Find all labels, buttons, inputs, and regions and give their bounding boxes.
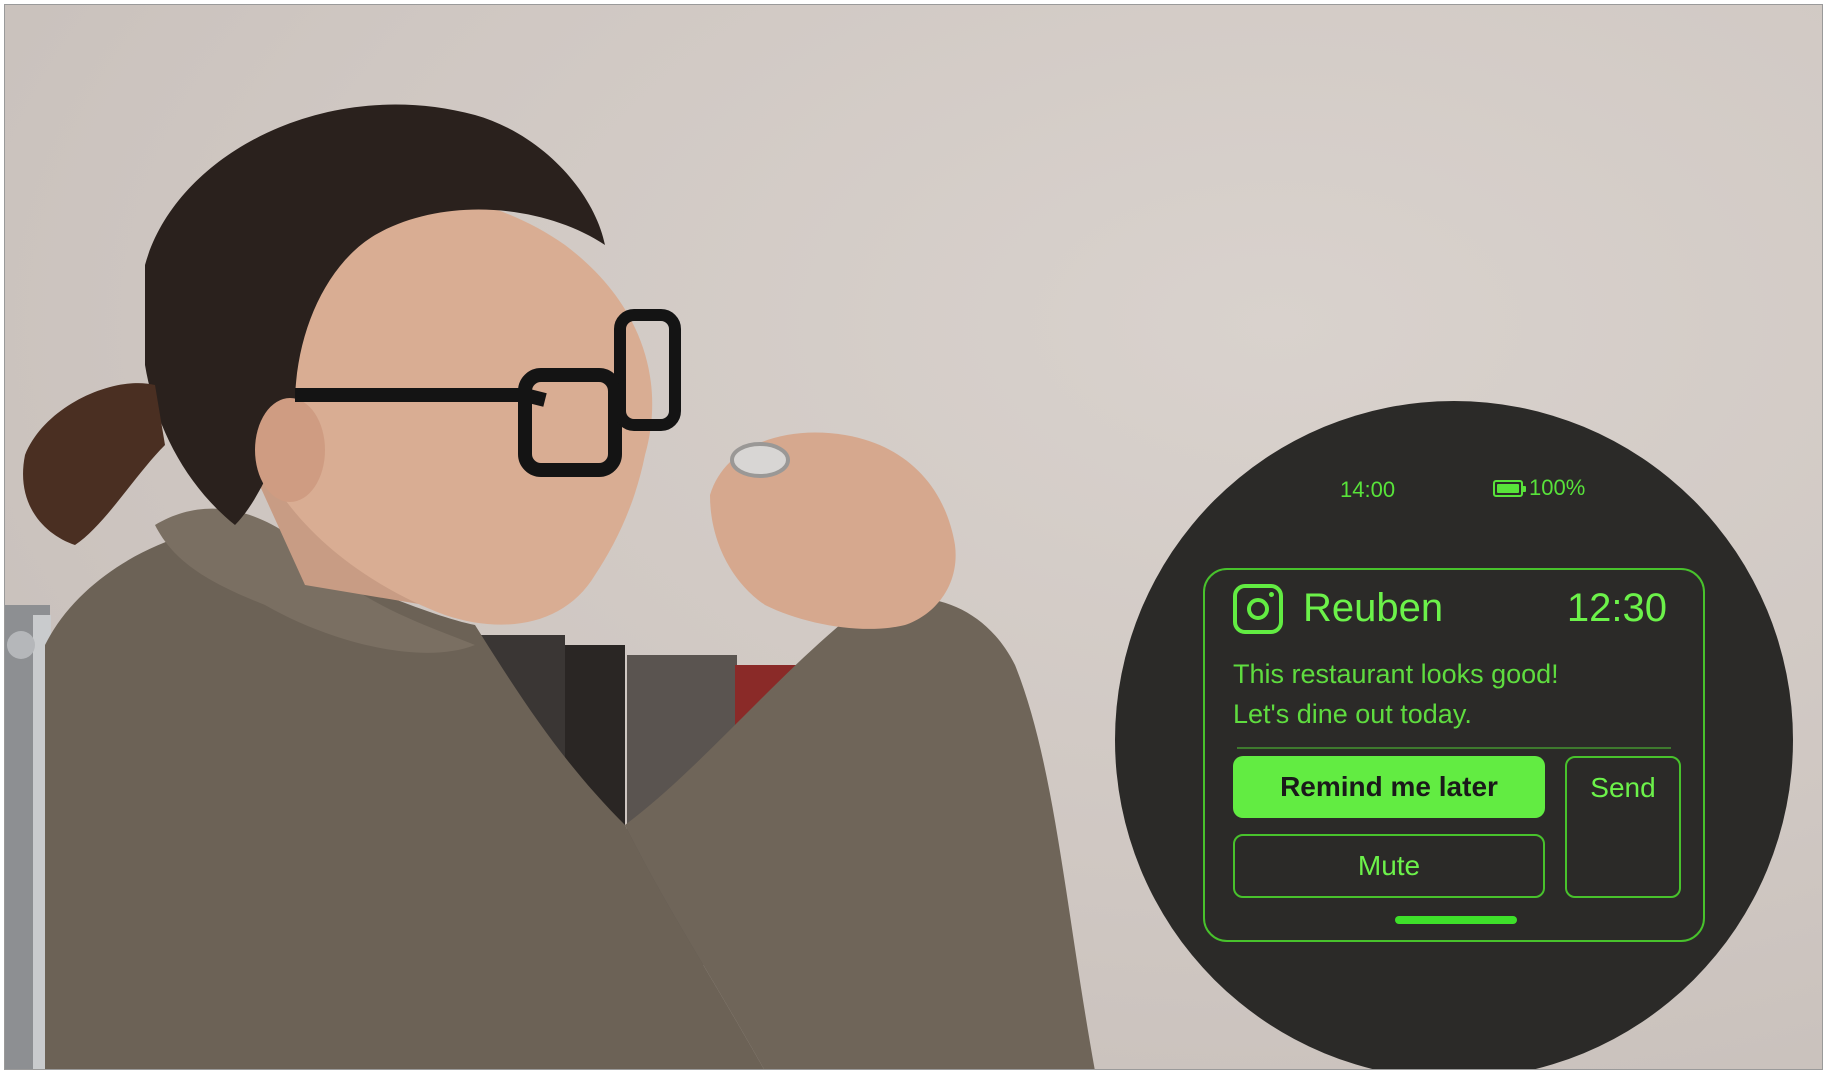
send-button[interactable]: Send [1565,756,1681,898]
message-line: This restaurant looks good! [1233,659,1559,689]
message-text: This restaurant looks good! Let's dine o… [1233,654,1673,734]
message-time: 12:30 [1566,586,1667,630]
status-battery: 100% [1493,475,1585,501]
screenshot-frame: 14:00 100% Reuben 12:30 This restaurant … [4,4,1823,1070]
glasses-display: 14:00 100% Reuben 12:30 This restaurant … [1115,401,1793,1069]
scroll-indicator [1395,916,1517,924]
ponytail [23,383,165,545]
ear [255,398,325,502]
remind-me-later-button[interactable]: Remind me later [1233,756,1545,818]
smart-ring [730,442,790,478]
instagram-icon [1233,584,1283,634]
chair [5,605,51,1069]
divider [1237,747,1671,749]
battery-full-icon [1493,479,1526,497]
sender-name: Reuben [1303,586,1444,630]
mute-button[interactable]: Mute [1233,834,1545,898]
battery-percent: 100% [1529,475,1586,500]
status-time: 14:00 [1340,477,1396,502]
notification-card[interactable]: Reuben 12:30 This restaurant looks good!… [1203,568,1705,942]
message-line: Let's dine out today. [1233,699,1472,729]
